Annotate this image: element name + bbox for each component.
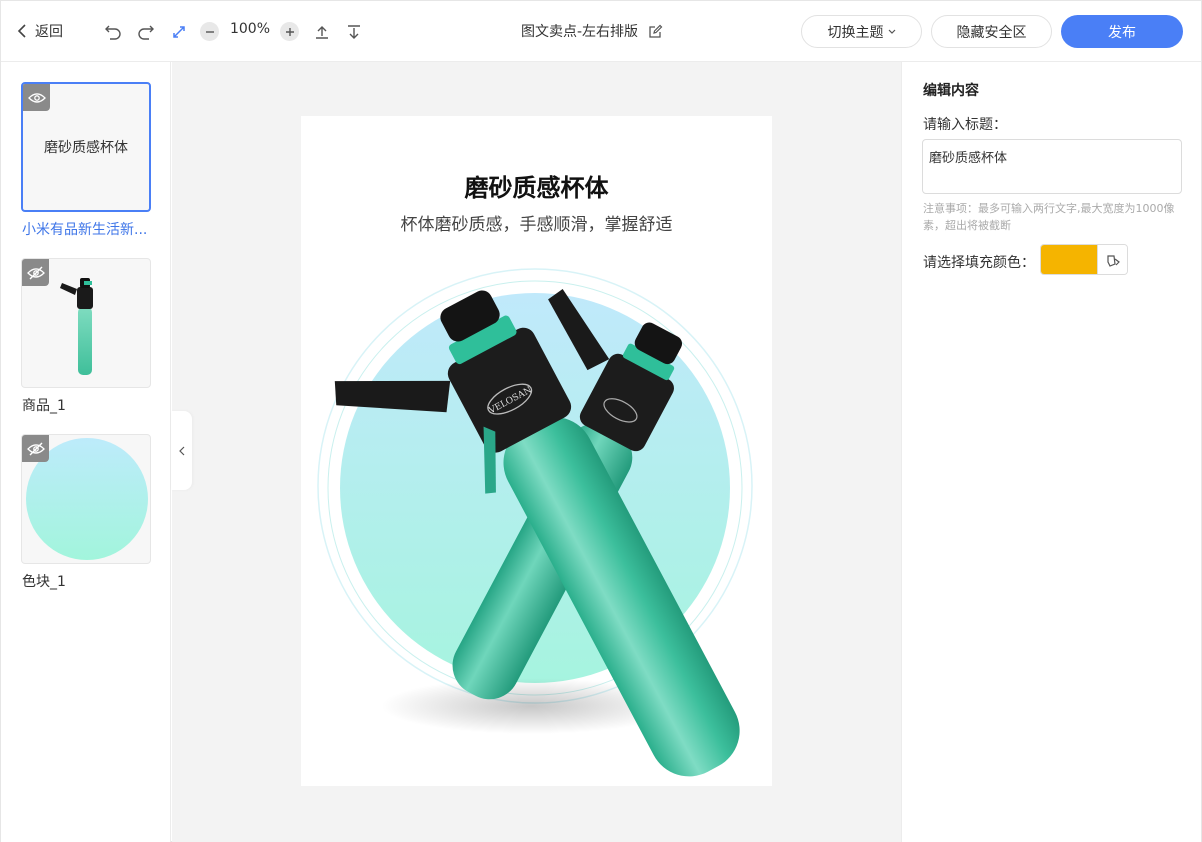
top-toolbar: 返回 100% 图文卖点-左右排版 切换主题 隐藏安全区 发布 [1,1,1201,62]
edit-icon[interactable] [648,24,663,39]
hide-safe-area-label: 隐藏安全区 [956,24,1027,41]
panel-heading: 编辑内容 [923,83,979,99]
layer-thumb-shape[interactable] [21,434,151,564]
layer-thumb-title[interactable]: 磨砂质感杯体 [21,82,151,212]
editor-window: 返回 100% 图文卖点-左右排版 切换主题 隐藏安全区 发布 磨砂质感杯体 小… [0,0,1202,842]
fit-screen-button[interactable] [167,20,191,44]
publish-button[interactable]: 发布 [1061,15,1183,48]
layer-thumb-product[interactable] [21,258,151,388]
document-title: 图文卖点-左右排版 [521,21,663,41]
redo-button[interactable] [134,20,158,44]
chevron-left-icon [17,24,26,38]
title-field-label: 请输入标题： [923,117,1007,133]
layers-panel: 磨砂质感杯体 小米有品新生活新... 商品_1 色块_1 [1,62,171,842]
fill-color-swatch[interactable] [1041,245,1097,274]
expand-icon [173,26,185,38]
zoom-out-button[interactable] [200,22,219,41]
input-note: 注意事项：最多可输入两行文字,最大宽度为1000像素，超出将被截断 [923,202,1175,232]
switch-theme-button[interactable]: 切换主题 [801,15,922,48]
download-icon [348,25,360,39]
visibility-toggle[interactable] [22,259,49,286]
back-label: 返回 [35,24,63,40]
paint-bucket-icon [1106,254,1120,267]
move-down-button[interactable] [342,20,366,44]
switch-theme-label: 切换主题 [827,24,884,41]
undo-button[interactable] [101,20,125,44]
plus-icon [285,27,294,36]
zoom-level: 100% [229,21,271,37]
redo-icon [138,25,154,40]
poster-title[interactable]: 磨砂质感杯体 [301,168,772,203]
move-up-button[interactable] [310,20,334,44]
properties-panel: 编辑内容 请输入标题： 磨砂质感杯体 注意事项：最多可输入两行文字,最大宽度为1… [901,62,1201,842]
undo-icon [105,25,121,40]
visibility-toggle[interactable] [22,435,49,462]
design-canvas[interactable]: VELOSAN 磨砂质感杯体 杯体磨砂质感，手感顺滑，掌握舒适 [172,62,901,842]
collapse-panel-button[interactable] [171,411,192,490]
back-button[interactable]: 返回 [17,19,63,43]
minus-icon [205,30,214,33]
fill-color-label: 请选择填充颜色： [923,255,1035,271]
publish-label: 发布 [1108,24,1136,41]
eye-off-icon [26,266,45,279]
layer-label[interactable]: 色块_1 [22,571,152,591]
chevron-down-icon [888,29,895,34]
fill-color-picker[interactable] [1040,244,1128,275]
visibility-toggle[interactable] [23,84,50,111]
poster-subtitle[interactable]: 杯体磨砂质感，手感顺滑，掌握舒适 [301,210,772,235]
chevron-left-icon [178,446,184,455]
upload-icon [316,26,328,39]
layer-label[interactable]: 商品_1 [22,395,152,415]
eyedropper-button[interactable] [1097,245,1127,274]
poster-artboard[interactable]: VELOSAN 磨砂质感杯体 杯体磨砂质感，手感顺滑，掌握舒适 [301,116,772,786]
title-input[interactable]: 磨砂质感杯体 [922,139,1182,194]
eye-icon [27,92,46,103]
hide-safe-area-button[interactable]: 隐藏安全区 [931,15,1052,48]
layer-label[interactable]: 小米有品新生活新... [22,219,152,239]
zoom-in-button[interactable] [280,22,299,41]
document-title-text: 图文卖点-左右排版 [521,24,639,40]
eye-off-icon [26,442,45,455]
